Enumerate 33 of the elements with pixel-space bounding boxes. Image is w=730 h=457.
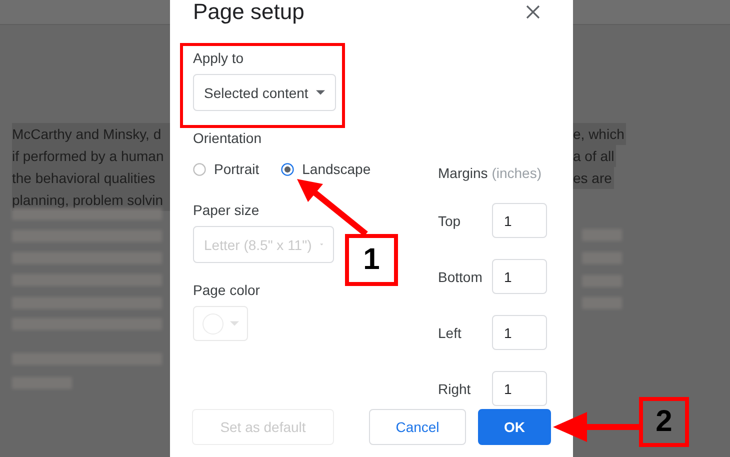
apply-to-label: Apply to bbox=[193, 49, 245, 67]
document-text: if performed by a human bbox=[12, 145, 170, 167]
margin-field[interactable]: 1 bbox=[492, 315, 547, 350]
cancel-button[interactable]: Cancel bbox=[369, 409, 466, 445]
close-icon[interactable] bbox=[526, 5, 540, 19]
margin-label: Top bbox=[438, 212, 462, 228]
margin-label: Right bbox=[438, 380, 472, 396]
margin-label: Left bbox=[438, 324, 462, 340]
margin-field[interactable]: 1 bbox=[492, 371, 547, 406]
step-callout: 1 bbox=[345, 234, 398, 286]
document-text: McCarthy and Minsky, d bbox=[12, 123, 170, 145]
orientation-label: Orientation bbox=[193, 129, 262, 147]
document-text: a of all bbox=[573, 145, 616, 167]
dialog-title: Page setup bbox=[193, 0, 304, 25]
margin-field[interactable]: 1 bbox=[492, 259, 547, 294]
radio-icon[interactable] bbox=[193, 162, 206, 176]
apply-to-dropdown[interactable]: Selected content bbox=[193, 74, 336, 111]
document-text: e, which bbox=[573, 123, 626, 145]
margins-label: Margins (inches) bbox=[438, 164, 542, 182]
page-color-label: Page color bbox=[193, 281, 261, 299]
ok-button[interactable]: OK bbox=[478, 409, 551, 445]
caret-icon bbox=[230, 321, 239, 326]
margin-label: Bottom bbox=[438, 268, 484, 284]
document-text: the behavioral qualities bbox=[12, 167, 170, 189]
document-text: es are bbox=[573, 167, 614, 189]
paper-size-label: Paper size bbox=[193, 201, 260, 219]
arrow bbox=[296, 178, 368, 236]
orientation-radio[interactable]: Portrait bbox=[193, 161, 260, 177]
caret-icon bbox=[316, 90, 326, 95]
orientation-radio[interactable]: Landscape bbox=[281, 161, 371, 177]
radio-icon[interactable] bbox=[281, 162, 294, 176]
step-callout: 2 bbox=[639, 397, 689, 447]
margin-field[interactable]: 1 bbox=[492, 203, 547, 238]
